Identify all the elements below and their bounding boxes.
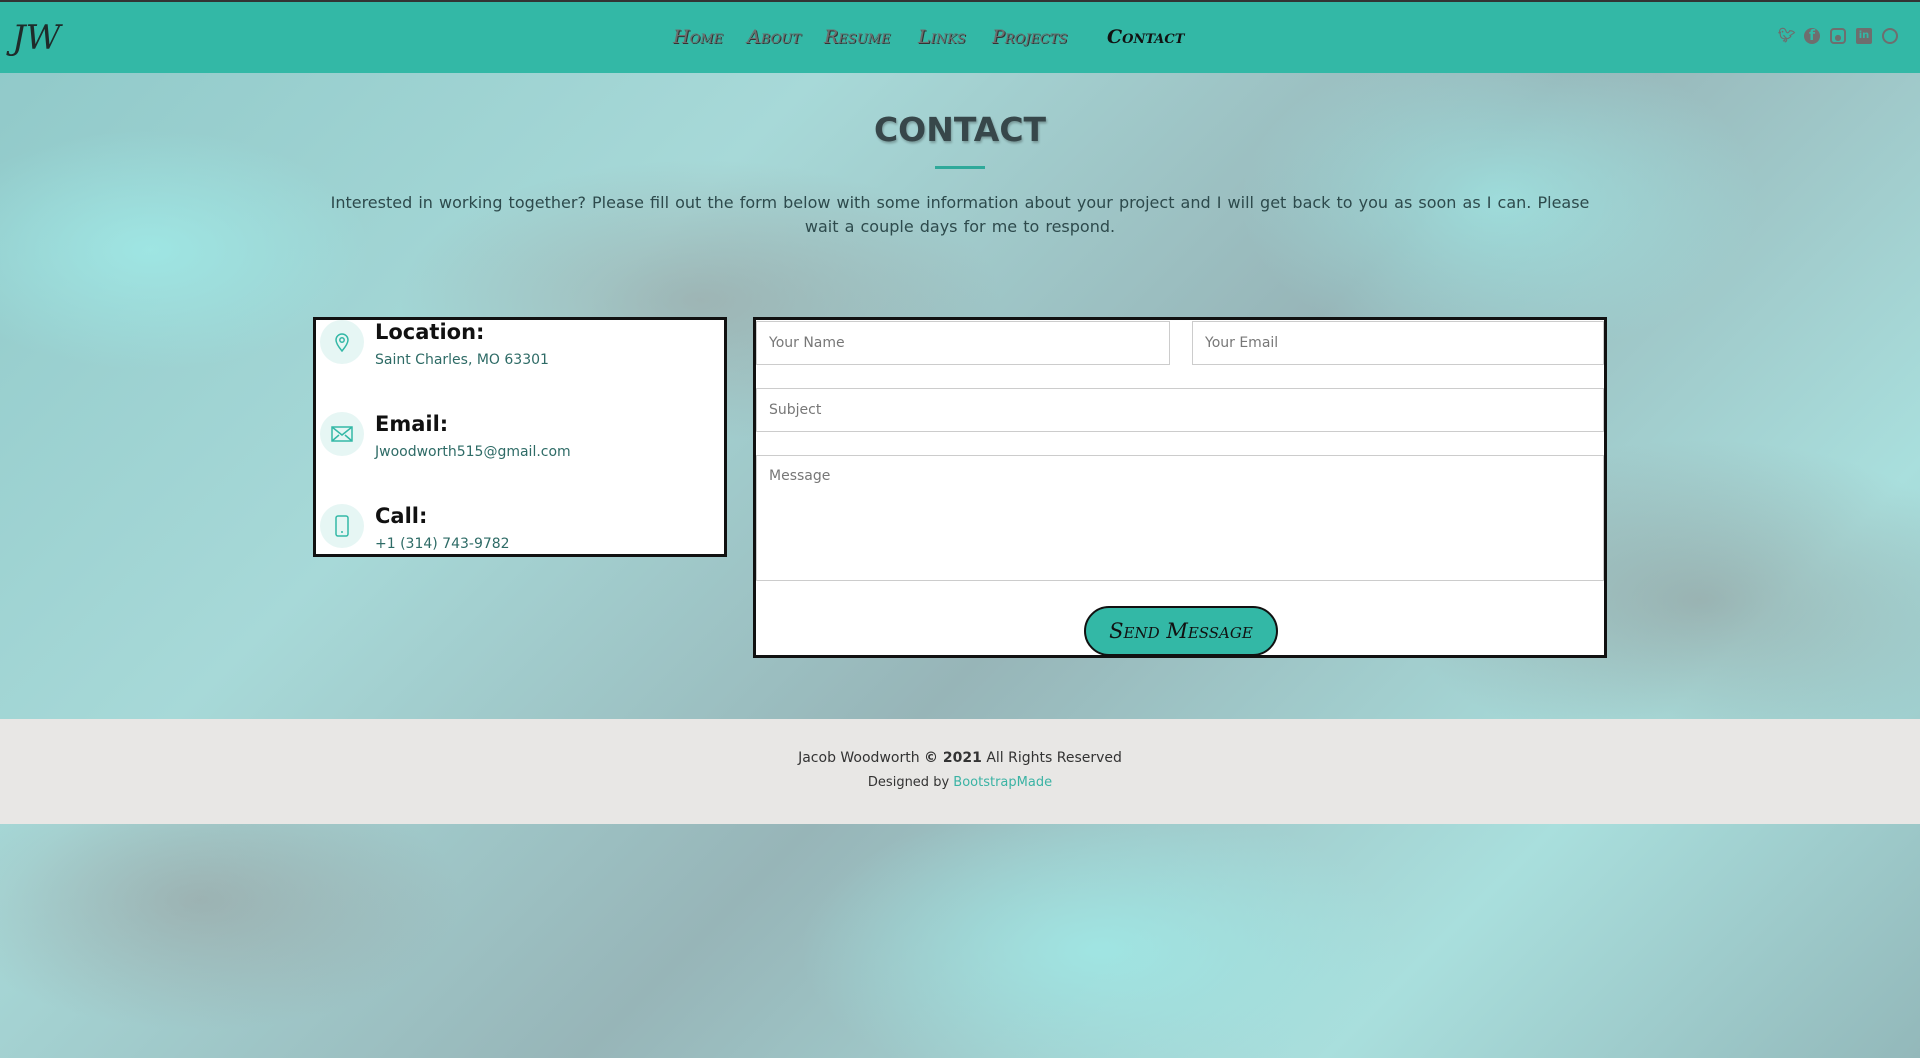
- info-label: Email:: [375, 412, 449, 436]
- phone-icon: [320, 504, 364, 548]
- send-message-button[interactable]: Send Message: [1084, 606, 1278, 656]
- site-header: JW Home About Resume Links Projects Cont…: [0, 2, 1920, 73]
- facebook-icon[interactable]: f: [1804, 28, 1820, 44]
- subject-input[interactable]: Subject: [756, 388, 1604, 432]
- nav-projects[interactable]: Projects: [992, 26, 1067, 48]
- message-textarea[interactable]: Message: [756, 455, 1604, 581]
- twitter-icon[interactable]: 🐦︎: [1778, 28, 1796, 44]
- rights-text: All Rights Reserved: [986, 750, 1122, 766]
- site-footer: Jacob Woodworth © 2021 All Rights Reserv…: [0, 719, 1920, 824]
- credits: Designed by BootstrapMade: [0, 775, 1920, 790]
- designer-link[interactable]: BootstrapMade: [953, 775, 1052, 790]
- github-icon[interactable]: [1882, 28, 1898, 44]
- info-value[interactable]: +1 (314) 743-9782: [375, 536, 510, 552]
- page-title: CONTACT: [873, 110, 1047, 149]
- logo[interactable]: JW: [12, 18, 61, 58]
- info-label: Call:: [375, 504, 428, 528]
- nav-resume[interactable]: Resume: [824, 26, 890, 48]
- owner-name: Jacob Woodworth: [798, 750, 920, 766]
- nav-links[interactable]: Links: [918, 26, 966, 48]
- intro-text: Interested in working together? Please f…: [330, 193, 1590, 236]
- envelope-icon: [320, 412, 364, 456]
- info-value: Saint Charles, MO 63301: [375, 352, 549, 368]
- designed-by-text: Designed by: [867, 775, 950, 790]
- copyright-year: © 2021: [924, 750, 982, 766]
- info-label: Location:: [375, 320, 485, 344]
- contact-info-card: Location: Saint Charles, MO 63301 Email:…: [313, 317, 727, 557]
- nav-contact[interactable]: Contact: [1107, 26, 1184, 48]
- copyright: Jacob Woodworth © 2021 All Rights Reserv…: [0, 750, 1920, 766]
- instagram-icon[interactable]: ●: [1830, 28, 1846, 44]
- social-links: 🐦︎ f ● in: [1778, 28, 1898, 44]
- map-pin-icon: [320, 320, 364, 364]
- contact-form: Your Name Your Email Subject Message Sen…: [753, 317, 1607, 658]
- nav-about[interactable]: About: [747, 26, 801, 48]
- info-value[interactable]: Jwoodworth515@gmail.com: [375, 444, 571, 460]
- linkedin-icon[interactable]: in: [1856, 28, 1872, 44]
- title-underline: [935, 166, 985, 169]
- name-input[interactable]: Your Name: [756, 321, 1170, 365]
- nav-home[interactable]: Home: [673, 26, 723, 48]
- email-input[interactable]: Your Email: [1192, 321, 1604, 365]
